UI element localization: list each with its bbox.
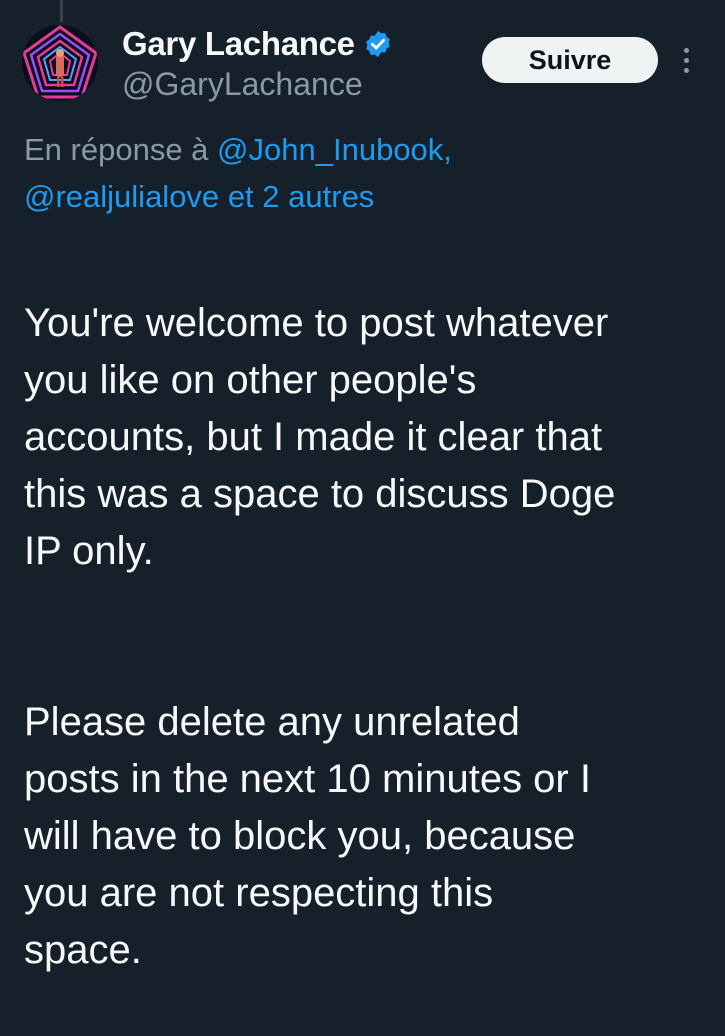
author-handle[interactable]: @GaryLachance [122, 66, 363, 103]
follow-button[interactable]: Suivre [482, 37, 658, 83]
reply-prefix: En réponse à [24, 132, 209, 167]
thread-connector-line [60, 0, 63, 22]
tweet-text: You're welcome to post whatever you like… [24, 238, 714, 1036]
more-dot [683, 67, 689, 73]
tweet-paragraph-2: Please delete any unrelated posts in the… [24, 700, 591, 972]
mention-link-realjulialove[interactable]: @realjulialove [24, 179, 219, 214]
author-display-name[interactable]: Gary Lachance [122, 25, 355, 63]
mention-link-john-inubook[interactable]: @John_Inubook, [217, 132, 452, 167]
verified-badge-icon [363, 29, 393, 59]
avatar[interactable] [22, 25, 98, 101]
more-vertical-icon[interactable] [675, 42, 697, 78]
avatar-image [22, 25, 98, 101]
author-name-row: Gary Lachance [122, 22, 393, 66]
tweet-paragraph-1: You're welcome to post whatever you like… [24, 301, 616, 573]
reply-connector: et [227, 179, 254, 214]
more-dot [683, 47, 689, 53]
reply-context: En réponse à @John_Inubook, @realjulialov… [24, 126, 704, 220]
more-dot [683, 57, 689, 63]
mention-link-others[interactable]: 2 autres [262, 179, 374, 214]
